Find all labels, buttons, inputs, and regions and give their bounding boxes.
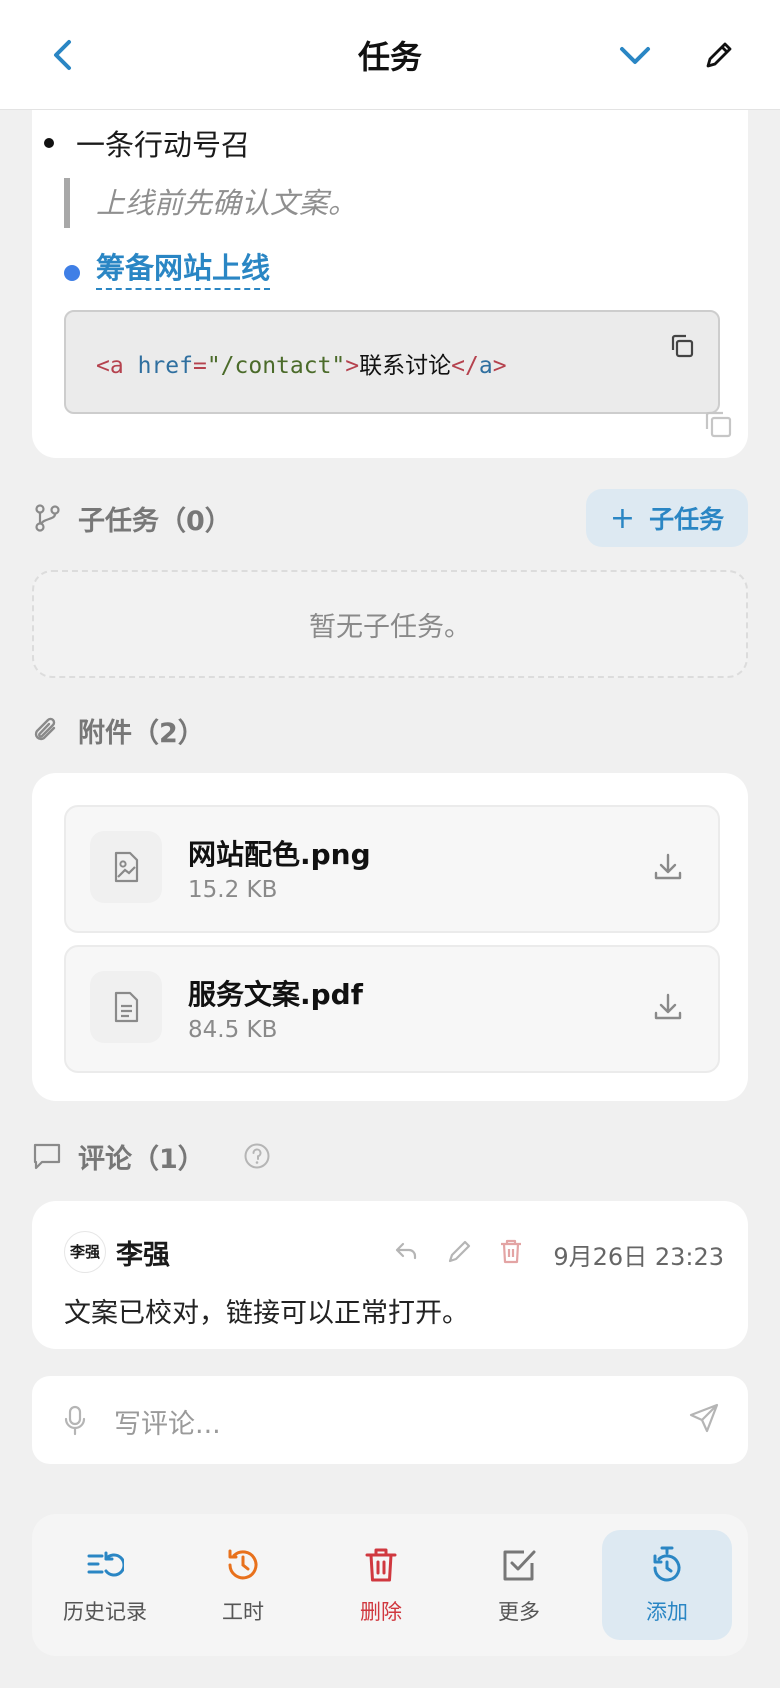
blockquote: 上线前先确认文案。 <box>64 178 357 228</box>
help-circle-icon[interactable] <box>243 1142 271 1170</box>
trash-icon <box>501 1239 521 1264</box>
download-icon <box>654 853 682 880</box>
reply-button[interactable] <box>392 1237 420 1269</box>
comment-item: 李强 李强 9月26日 23:23 文案已校对，链接可以正常打开。 <box>32 1201 748 1349</box>
send-icon <box>689 1403 719 1433</box>
attachments-label: 附件（2） <box>78 717 205 749</box>
delete-comment-button[interactable] <box>498 1237 524 1269</box>
timer-add-icon <box>648 1544 686 1586</box>
reply-icon <box>395 1242 417 1260</box>
delete-label: 删除 <box>360 1600 402 1624</box>
history-label: 历史记录 <box>63 1600 147 1624</box>
history-list-icon <box>86 1544 124 1586</box>
comments-label: 评论（1） <box>78 1143 205 1175</box>
subtasks-label: 子任务（0） <box>78 505 232 537</box>
copy-description-button[interactable] <box>702 408 734 444</box>
chevron-down-icon <box>620 47 650 64</box>
git-branch-icon <box>35 504 60 532</box>
speech-bubble-icon <box>33 1143 61 1170</box>
subtasks-empty-state: 暂无子任务。 <box>32 570 748 678</box>
download-button[interactable] <box>652 991 684 1027</box>
add-label: 添加 <box>646 1600 688 1624</box>
add-subtask-label: 子任务 <box>649 505 725 534</box>
comments-header: 评论（1） <box>32 1134 271 1178</box>
download-icon <box>654 993 682 1020</box>
attachment-size: 84.5 KB <box>188 1017 278 1043</box>
comment-timestamp: 9月26日 23:23 <box>553 1243 724 1271</box>
edit-button[interactable] <box>696 32 742 78</box>
pencil-icon <box>448 1240 471 1263</box>
copy-icon <box>671 334 694 358</box>
worktime-button[interactable]: 工时 <box>178 1530 308 1640</box>
microphone-icon <box>64 1405 86 1436</box>
bottom-action-bar: 历史记录 工时 删除 更多 添加 <box>32 1514 748 1656</box>
edit-comment-button[interactable] <box>446 1237 474 1269</box>
more-label: 更多 <box>498 1600 540 1624</box>
copy-code-button[interactable] <box>668 332 696 364</box>
delete-button[interactable]: 删除 <box>316 1530 446 1640</box>
more-button[interactable]: 更多 <box>454 1530 584 1640</box>
comment-text: 文案已校对，链接可以正常打开。 <box>64 1298 469 1329</box>
download-button[interactable] <box>652 851 684 887</box>
task-description-card: 一条行动号召 上线前先确认文案。 筹备网站上线 <a href="/contac… <box>32 100 748 458</box>
clock-history-icon <box>224 1544 262 1586</box>
comment-input-bar[interactable]: 写评论... <box>32 1376 748 1464</box>
attachment-item[interactable]: 网站配色.png 15.2 KB <box>64 805 720 933</box>
plus-icon: + <box>609 500 636 536</box>
pencil-icon <box>706 42 732 68</box>
attachments-card: 网站配色.png 15.2 KB 服务文案.pdf 84.5 KB <box>32 773 748 1101</box>
worktime-label: 工时 <box>222 1600 264 1624</box>
send-button[interactable] <box>688 1402 720 1438</box>
attachments-header: 附件（2） <box>32 708 205 752</box>
code-block: <a href="/contact">联系讨论</a> <box>64 310 720 414</box>
bullet-list-item: 一条行动号召 <box>43 122 250 164</box>
comment-author: 李强 <box>116 1240 170 1271</box>
attachment-name: 服务文案.pdf <box>188 978 363 1011</box>
collapse-button[interactable] <box>612 32 658 78</box>
add-subtask-button[interactable]: + 子任务 <box>586 489 748 547</box>
paperclip-icon <box>34 717 56 741</box>
task-link-dot <box>64 265 80 281</box>
page-title: 任务 <box>357 38 422 76</box>
attachment-name: 网站配色.png <box>188 838 371 871</box>
parent-task-link[interactable]: 筹备网站上线 <box>96 248 271 290</box>
add-timer-button[interactable]: 添加 <box>602 1530 732 1640</box>
image-file-icon <box>90 831 162 903</box>
attachment-item[interactable]: 服务文案.pdf 84.5 KB <box>64 945 720 1073</box>
checkbox-icon <box>500 1544 538 1586</box>
trash-icon <box>364 1544 398 1586</box>
voice-input-button[interactable] <box>62 1404 88 1440</box>
attachment-size: 15.2 KB <box>188 877 278 903</box>
subtasks-header: 子任务（0） <box>32 496 232 540</box>
comment-input[interactable]: 写评论... <box>114 1402 221 1441</box>
top-app-bar: 任务 <box>0 0 780 110</box>
copy-icon <box>705 411 732 438</box>
avatar: 李强 <box>64 1231 106 1273</box>
document-file-icon <box>90 971 162 1043</box>
code-content: <a href="/contact">联系讨论</a> <box>96 353 507 379</box>
history-button[interactable]: 历史记录 <box>40 1530 170 1640</box>
